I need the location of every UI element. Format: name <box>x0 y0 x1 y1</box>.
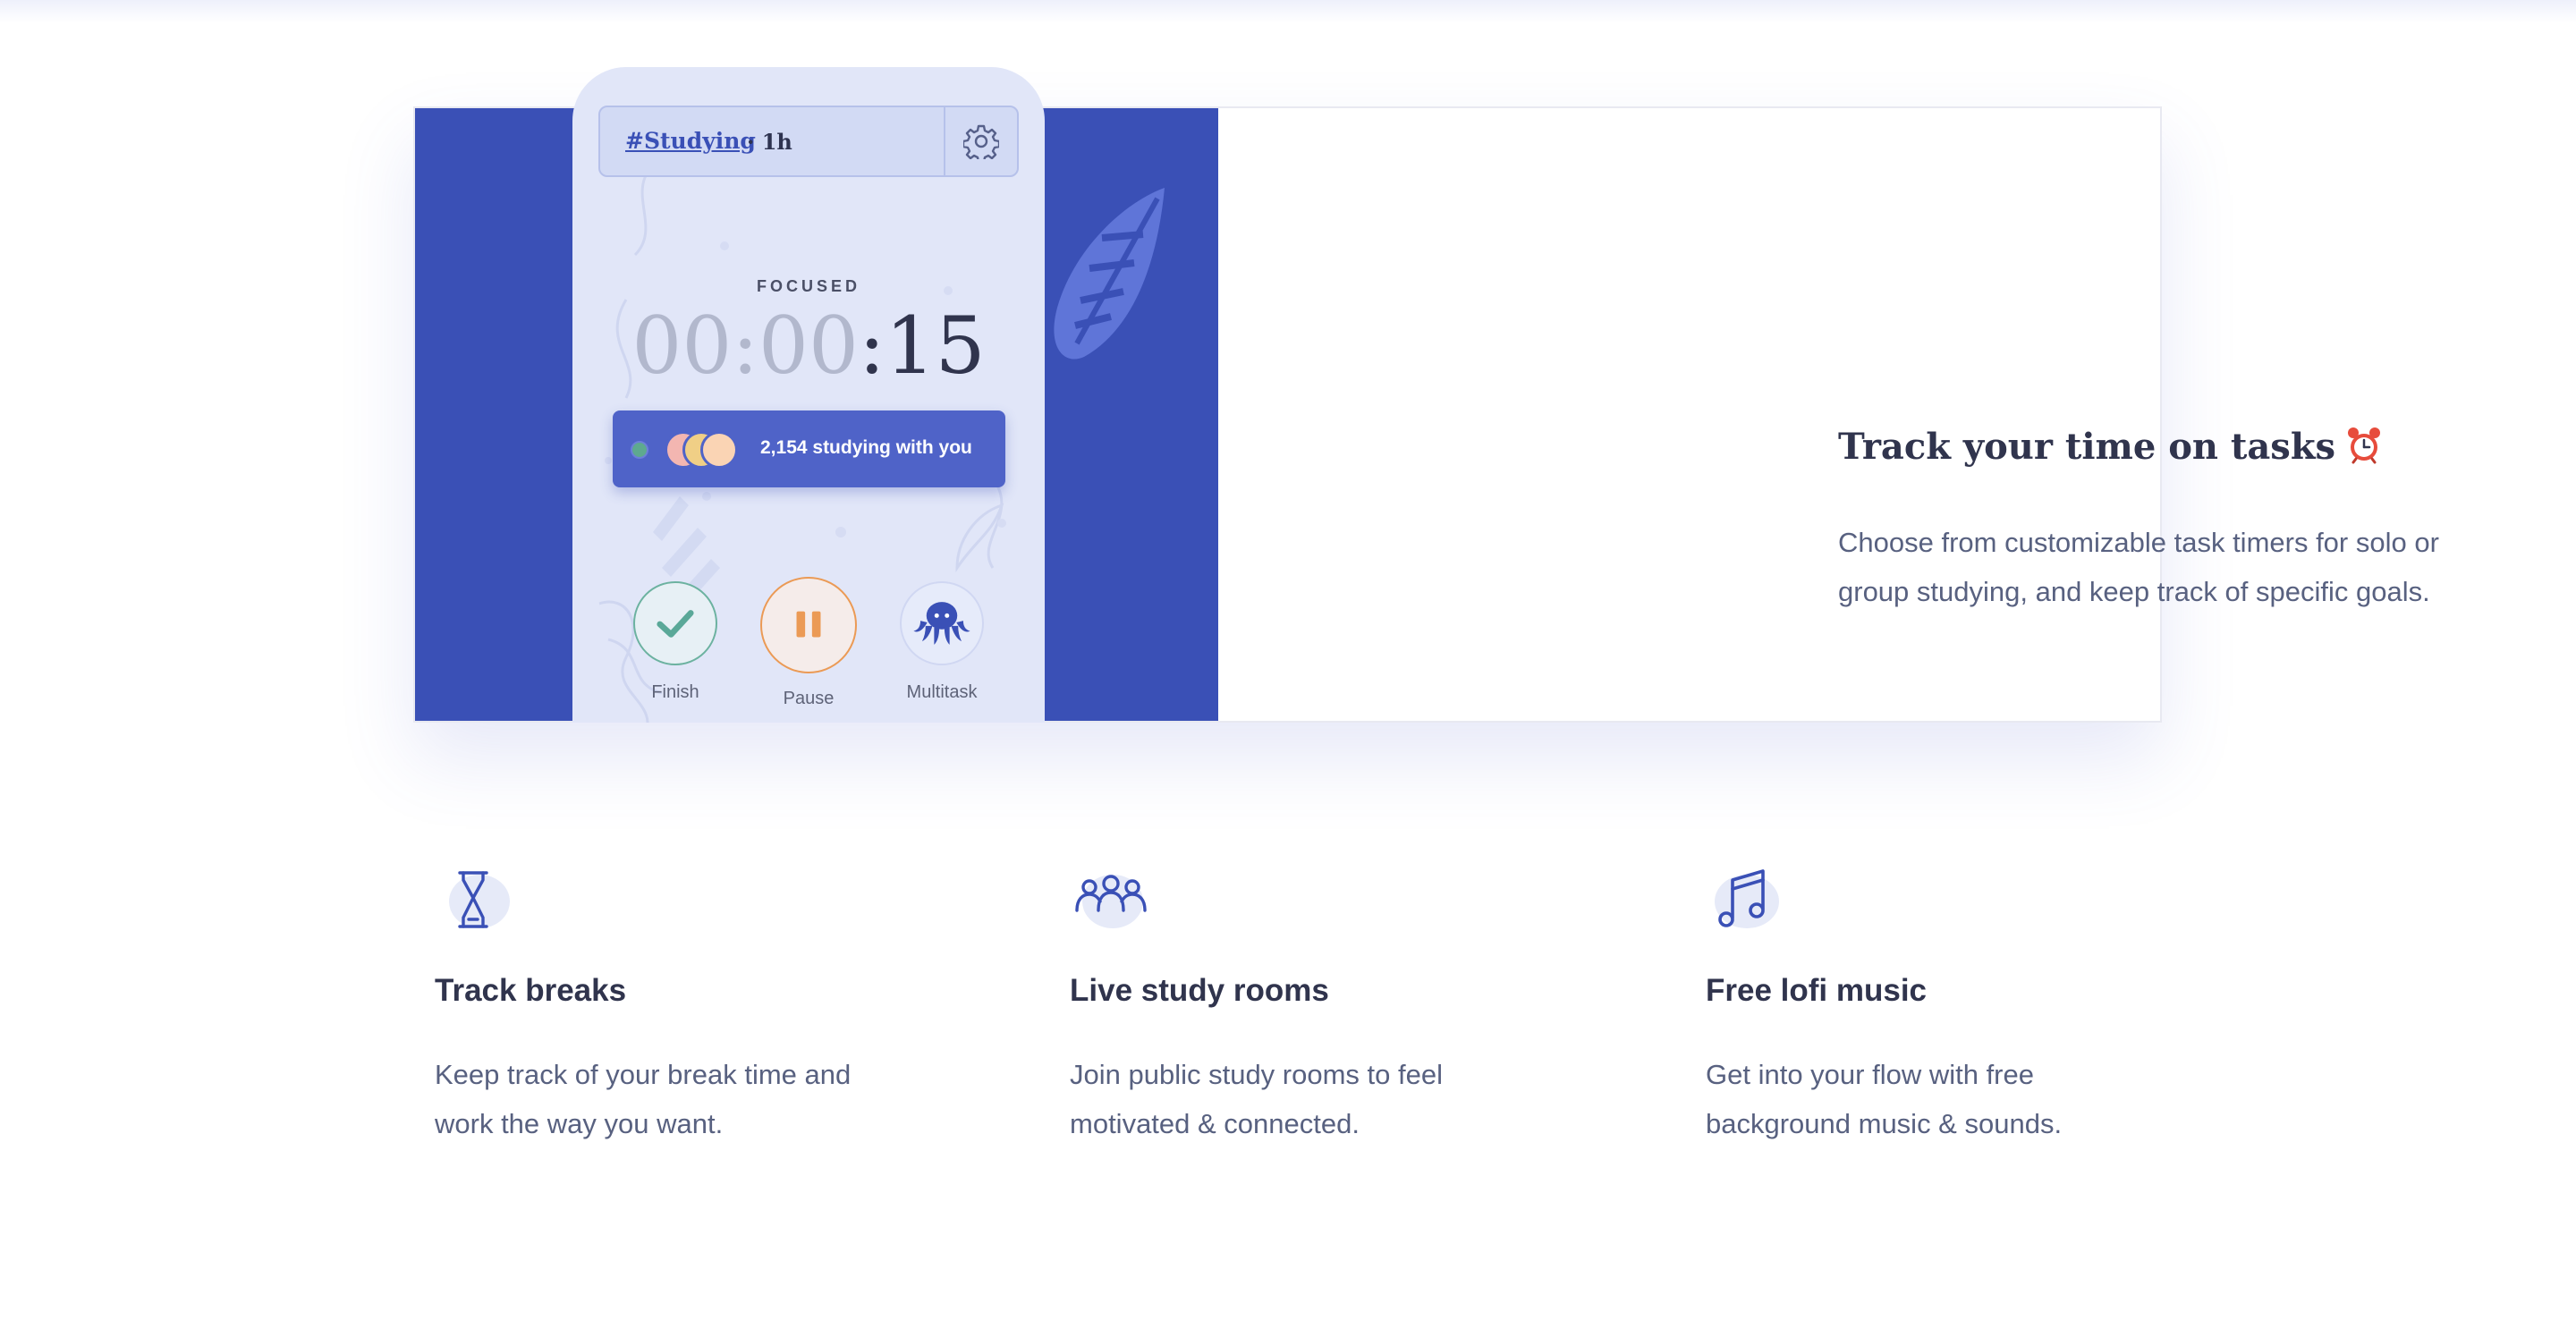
finish-label: Finish <box>651 682 699 702</box>
octopus-icon <box>913 602 970 645</box>
task-bar-divider <box>944 107 945 175</box>
checkmark-icon <box>657 610 694 638</box>
pause-icon <box>796 611 821 638</box>
feature-description: Join public study rooms to feel motivate… <box>1070 1059 1443 1139</box>
gear-icon[interactable] <box>963 123 999 159</box>
studying-count: 2,154 studying with you <box>760 437 972 458</box>
timer-seconds: :15 <box>858 300 986 392</box>
studying-with-you-pill[interactable]: 2,154 studying with you <box>613 410 1005 487</box>
people-group-icon <box>1075 875 1147 928</box>
multitask-button[interactable] <box>900 581 984 665</box>
hourglass-icon <box>449 871 510 928</box>
pause-label: Pause <box>783 689 835 708</box>
top-shadow <box>0 0 2576 23</box>
avatar <box>700 431 738 469</box>
timer-display: 00:00:15 <box>572 301 1045 391</box>
feature-description: Get into your flow with free background … <box>1706 1059 2063 1139</box>
live-status-dot <box>631 441 648 459</box>
feature-title: Track breaks <box>435 973 627 1008</box>
music-note-icon <box>1715 869 1779 928</box>
feature-title: Live study rooms <box>1070 973 1329 1008</box>
task-selector[interactable]: #Studying · 1h <box>598 106 1019 177</box>
feature-description: Keep track of your break time and work t… <box>435 1059 852 1139</box>
leaf-decoration-icon <box>1054 188 1165 360</box>
multitask-label: Multitask <box>906 682 978 702</box>
finish-button[interactable] <box>633 581 717 665</box>
timer-phone-mockup: #Studying · 1h FOCUSED 00:00:15 2,154 st… <box>572 67 1045 723</box>
feature-title: Free lofi music <box>1706 973 1928 1008</box>
timer-hours-minutes: 00:00 <box>631 300 859 392</box>
task-duration: · 1h <box>747 129 792 155</box>
hero-description: Choose from customizable task timers for… <box>1838 527 2439 607</box>
alarm-clock-icon <box>2348 427 2381 464</box>
hero-title: Track your time on tasks <box>1838 425 2384 468</box>
task-tag-link[interactable]: #Studying <box>625 128 756 154</box>
timer-status: FOCUSED <box>756 277 860 295</box>
pause-button[interactable] <box>760 577 857 673</box>
